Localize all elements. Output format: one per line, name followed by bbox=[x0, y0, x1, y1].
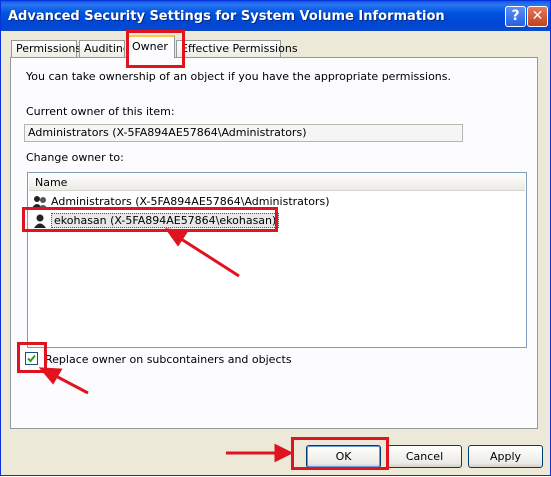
ownership-intro-text: You can take ownership of an object if y… bbox=[26, 70, 451, 83]
change-owner-list[interactable]: Name Administrators (X-5FA894AE57864\Adm… bbox=[27, 172, 527, 348]
checkmark-icon bbox=[27, 354, 36, 363]
column-name-label: Name bbox=[35, 176, 68, 189]
replace-owner-checkbox[interactable] bbox=[25, 352, 38, 365]
change-owner-label: Change owner to: bbox=[26, 151, 124, 164]
current-owner-label: Current owner of this item: bbox=[26, 105, 175, 118]
list-item-administrators[interactable]: Administrators (X-5FA894AE57864\Administ… bbox=[32, 194, 329, 210]
list-item-label: Administrators (X-5FA894AE57864\Administ… bbox=[51, 195, 330, 208]
list-item-ekohasan[interactable]: ekohasan (X-5FA894AE57864\ekohasan) bbox=[32, 213, 280, 229]
list-item-label: ekohasan (X-5FA894AE57864\ekohasan) bbox=[51, 213, 280, 228]
user-icon bbox=[32, 214, 48, 228]
current-owner-field: Administrators (X-5FA894AE57864\Administ… bbox=[24, 124, 463, 142]
users-group-icon bbox=[32, 195, 48, 209]
security-settings-window: Advanced Security Settings for System Vo… bbox=[0, 0, 551, 476]
replace-owner-label: Replace owner on subcontainers and objec… bbox=[45, 353, 292, 366]
list-column-header-name[interactable]: Name bbox=[29, 174, 525, 191]
